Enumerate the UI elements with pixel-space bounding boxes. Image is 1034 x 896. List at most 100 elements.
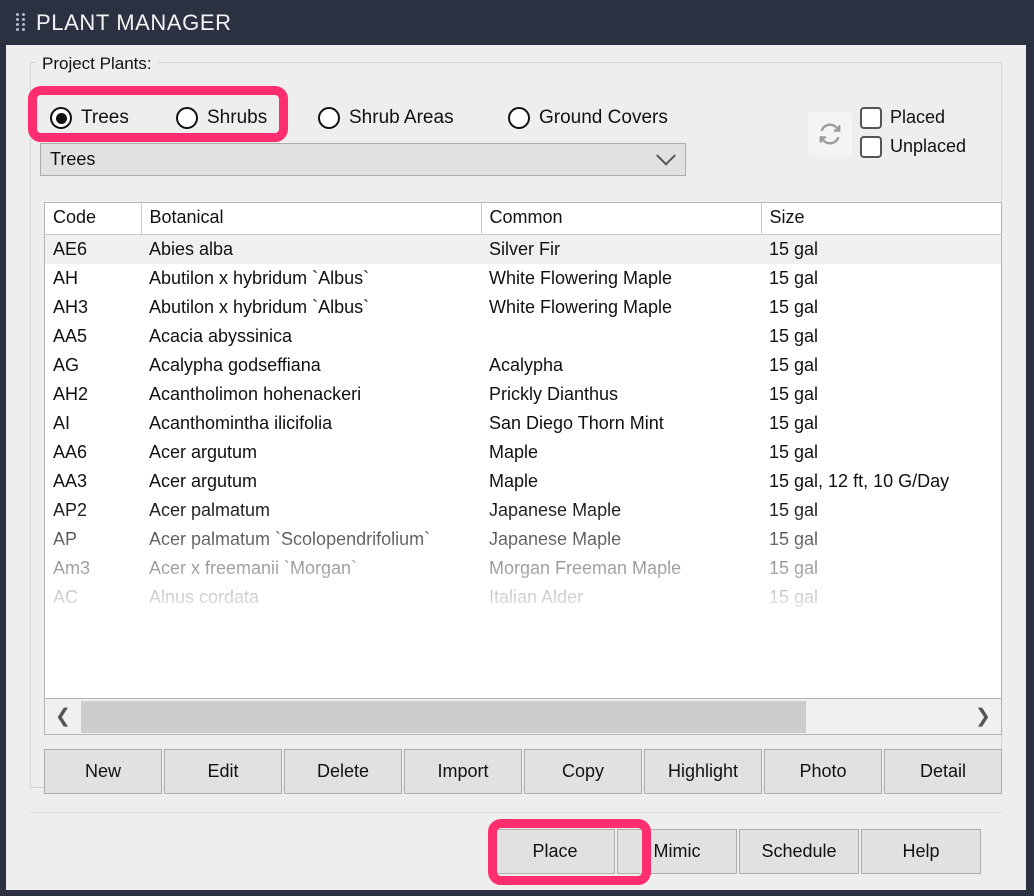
table-row[interactable]: AG Acalypha godseffiana Acalypha 15 gal xyxy=(45,351,1001,380)
plants-table: Code Botanical Common Size AE6 Abies alba… xyxy=(45,203,1001,612)
scrollbar-thumb[interactable] xyxy=(81,700,806,733)
horizontal-scrollbar[interactable]: ❮ ❯ xyxy=(44,699,1002,735)
radio-label-shrubs: Shrubs xyxy=(207,107,268,128)
new-button[interactable]: New xyxy=(44,749,162,794)
cell-common: Morgan Freeman Maple xyxy=(489,557,682,578)
group-legend: Project Plants: xyxy=(36,54,158,74)
plants-table-container[interactable]: Code Botanical Common Size AE6 Abies alba… xyxy=(44,202,1002,699)
plants-table-body: AE6 Abies alba Silver Fir 15 gal AH Abutilon … xyxy=(45,234,1001,612)
table-row[interactable]: AH2 Acantholimon hohenackeri Prickly Diant… xyxy=(45,380,1001,409)
cell-size: 15 gal xyxy=(769,557,819,578)
cell-code: AA6 xyxy=(53,441,88,462)
cell-size: 15 gal xyxy=(769,441,819,462)
checkbox-placed[interactable]: Placed xyxy=(860,103,966,132)
radio-trees[interactable]: Trees xyxy=(50,100,129,136)
title-bar[interactable]: PLANT MANAGER xyxy=(0,0,1034,45)
detail-button[interactable]: Detail xyxy=(884,749,1002,794)
cell-size: 15 gal xyxy=(769,325,819,346)
cell-common: Maple xyxy=(489,441,539,462)
cell-code: AA5 xyxy=(53,325,88,346)
help-button[interactable]: Help xyxy=(861,829,981,874)
table-row[interactable]: AC Alnus cordata Italian Alder 15 gal xyxy=(45,583,1001,612)
cell-code: AP xyxy=(53,528,78,549)
scrollbar-track[interactable] xyxy=(81,700,965,734)
cell-code: AH xyxy=(53,267,79,288)
cell-code: AA3 xyxy=(53,470,88,491)
chevron-down-icon xyxy=(653,143,679,176)
radio-shrub-areas[interactable]: Shrub Areas xyxy=(318,100,454,136)
place-button[interactable]: Place xyxy=(495,829,615,874)
photo-button[interactable]: Photo xyxy=(764,749,882,794)
cell-code: AG xyxy=(53,354,80,375)
chevron-left-icon[interactable]: ❮ xyxy=(45,700,81,734)
drag-dots-icon[interactable] xyxy=(16,12,26,33)
cell-code: AE6 xyxy=(45,234,141,264)
copy-button[interactable]: Copy xyxy=(524,749,642,794)
cell-botanical: Acer x freemanii `Morgan` xyxy=(149,557,358,578)
cell-common: White Flowering Maple xyxy=(489,267,673,288)
schedule-button[interactable]: Schedule xyxy=(739,829,859,874)
cell-botanical: Alnus cordata xyxy=(149,586,260,607)
column-header-common[interactable]: Common xyxy=(481,203,762,235)
cell-common: Silver Fir xyxy=(481,234,761,264)
cell-size: 15 gal xyxy=(769,296,819,317)
radio-ground-covers[interactable]: Ground Covers xyxy=(508,100,668,136)
table-header-row: Code Botanical Common Size xyxy=(45,203,1001,235)
cell-botanical: Acer palmatum `Scolopendrifolium` xyxy=(149,528,431,549)
chevron-right-icon[interactable]: ❯ xyxy=(965,700,1001,734)
refresh-button[interactable] xyxy=(808,112,852,156)
cell-size: 15 gal, 12 ft, 10 G/Day xyxy=(769,470,950,491)
cell-botanical: Acer palmatum xyxy=(149,499,271,520)
radio-dot-ground-covers xyxy=(508,107,530,129)
placement-filter-group: Placed Unplaced xyxy=(860,103,966,161)
delete-button[interactable]: Delete xyxy=(284,749,402,794)
radio-label-ground-covers: Ground Covers xyxy=(539,107,668,128)
highlight-button[interactable]: Highlight xyxy=(644,749,762,794)
cell-common: Italian Alder xyxy=(489,586,584,607)
cell-code: AC xyxy=(53,586,79,607)
cell-size: 15 gal xyxy=(769,412,819,433)
cell-size: 15 gal xyxy=(769,354,819,375)
import-button[interactable]: Import xyxy=(404,749,522,794)
radio-label-trees: Trees xyxy=(81,107,129,128)
column-header-size[interactable]: Size xyxy=(761,203,1001,235)
table-row[interactable]: AA3 Acer argutum Maple 15 gal, 12 ft, 10 G/… xyxy=(45,467,1001,496)
radio-dot-shrubs xyxy=(176,107,198,129)
cell-size: 15 gal xyxy=(761,234,1001,264)
column-header-code[interactable]: Code xyxy=(45,203,142,235)
radio-dot-trees xyxy=(50,107,72,129)
radio-shrubs[interactable]: Shrubs xyxy=(176,100,267,136)
table-row[interactable]: AI Acanthomintha ilicifolia San Diego Thor… xyxy=(45,409,1001,438)
edit-button[interactable]: Edit xyxy=(164,749,282,794)
radio-dot-shrub-areas xyxy=(318,107,340,129)
checkbox-unplaced[interactable]: Unplaced xyxy=(860,132,966,161)
cell-common: Japanese Maple xyxy=(489,499,622,520)
cell-botanical: Acer argutum xyxy=(149,441,258,462)
cell-botanical: Acanthomintha ilicifolia xyxy=(149,412,333,433)
cell-common: San Diego Thorn Mint xyxy=(489,412,664,433)
table-row[interactable]: AA5 Acacia abyssinica 15 gal xyxy=(45,322,1001,351)
cell-botanical: Acantholimon hohenackeri xyxy=(149,383,362,404)
mimic-button[interactable]: Mimic xyxy=(617,829,737,874)
refresh-icon xyxy=(819,123,841,145)
cell-botanical: Acacia abyssinica xyxy=(149,325,293,346)
table-row[interactable]: AA6 Acer argutum Maple 15 gal xyxy=(45,438,1001,467)
cell-botanical: Abies alba xyxy=(141,234,481,264)
table-row[interactable]: AH3 Abutilon x hybridum `Albus` White Flow… xyxy=(45,293,1001,322)
plant-manager-window: PLANT MANAGER Project Plants: Trees Shru… xyxy=(0,0,1034,896)
cell-common: Maple xyxy=(489,470,539,491)
cell-code: AH3 xyxy=(53,296,89,317)
cell-common: Japanese Maple xyxy=(489,528,622,549)
column-header-botanical[interactable]: Botanical xyxy=(141,203,482,235)
table-row[interactable]: AP Acer palmatum `Scolopendrifolium` Japan… xyxy=(45,525,1001,554)
cell-code: AH2 xyxy=(53,383,89,404)
cell-common: White Flowering Maple xyxy=(489,296,673,317)
cell-code: AI xyxy=(53,412,71,433)
cell-size: 15 gal xyxy=(769,499,819,520)
table-row[interactable]: AH Abutilon x hybridum `Albus` White Flowe… xyxy=(45,264,1001,293)
table-row[interactable]: Am3 Acer x freemanii `Morgan` Morgan Freem… xyxy=(45,554,1001,583)
plant-category-select[interactable]: Trees xyxy=(40,143,686,176)
cell-common: Acalypha xyxy=(489,354,564,375)
table-row[interactable]: AP2 Acer palmatum Japanese Maple 15 gal xyxy=(45,496,1001,525)
table-row[interactable]: AE6 Abies alba Silver Fir 15 gal xyxy=(45,234,1001,264)
